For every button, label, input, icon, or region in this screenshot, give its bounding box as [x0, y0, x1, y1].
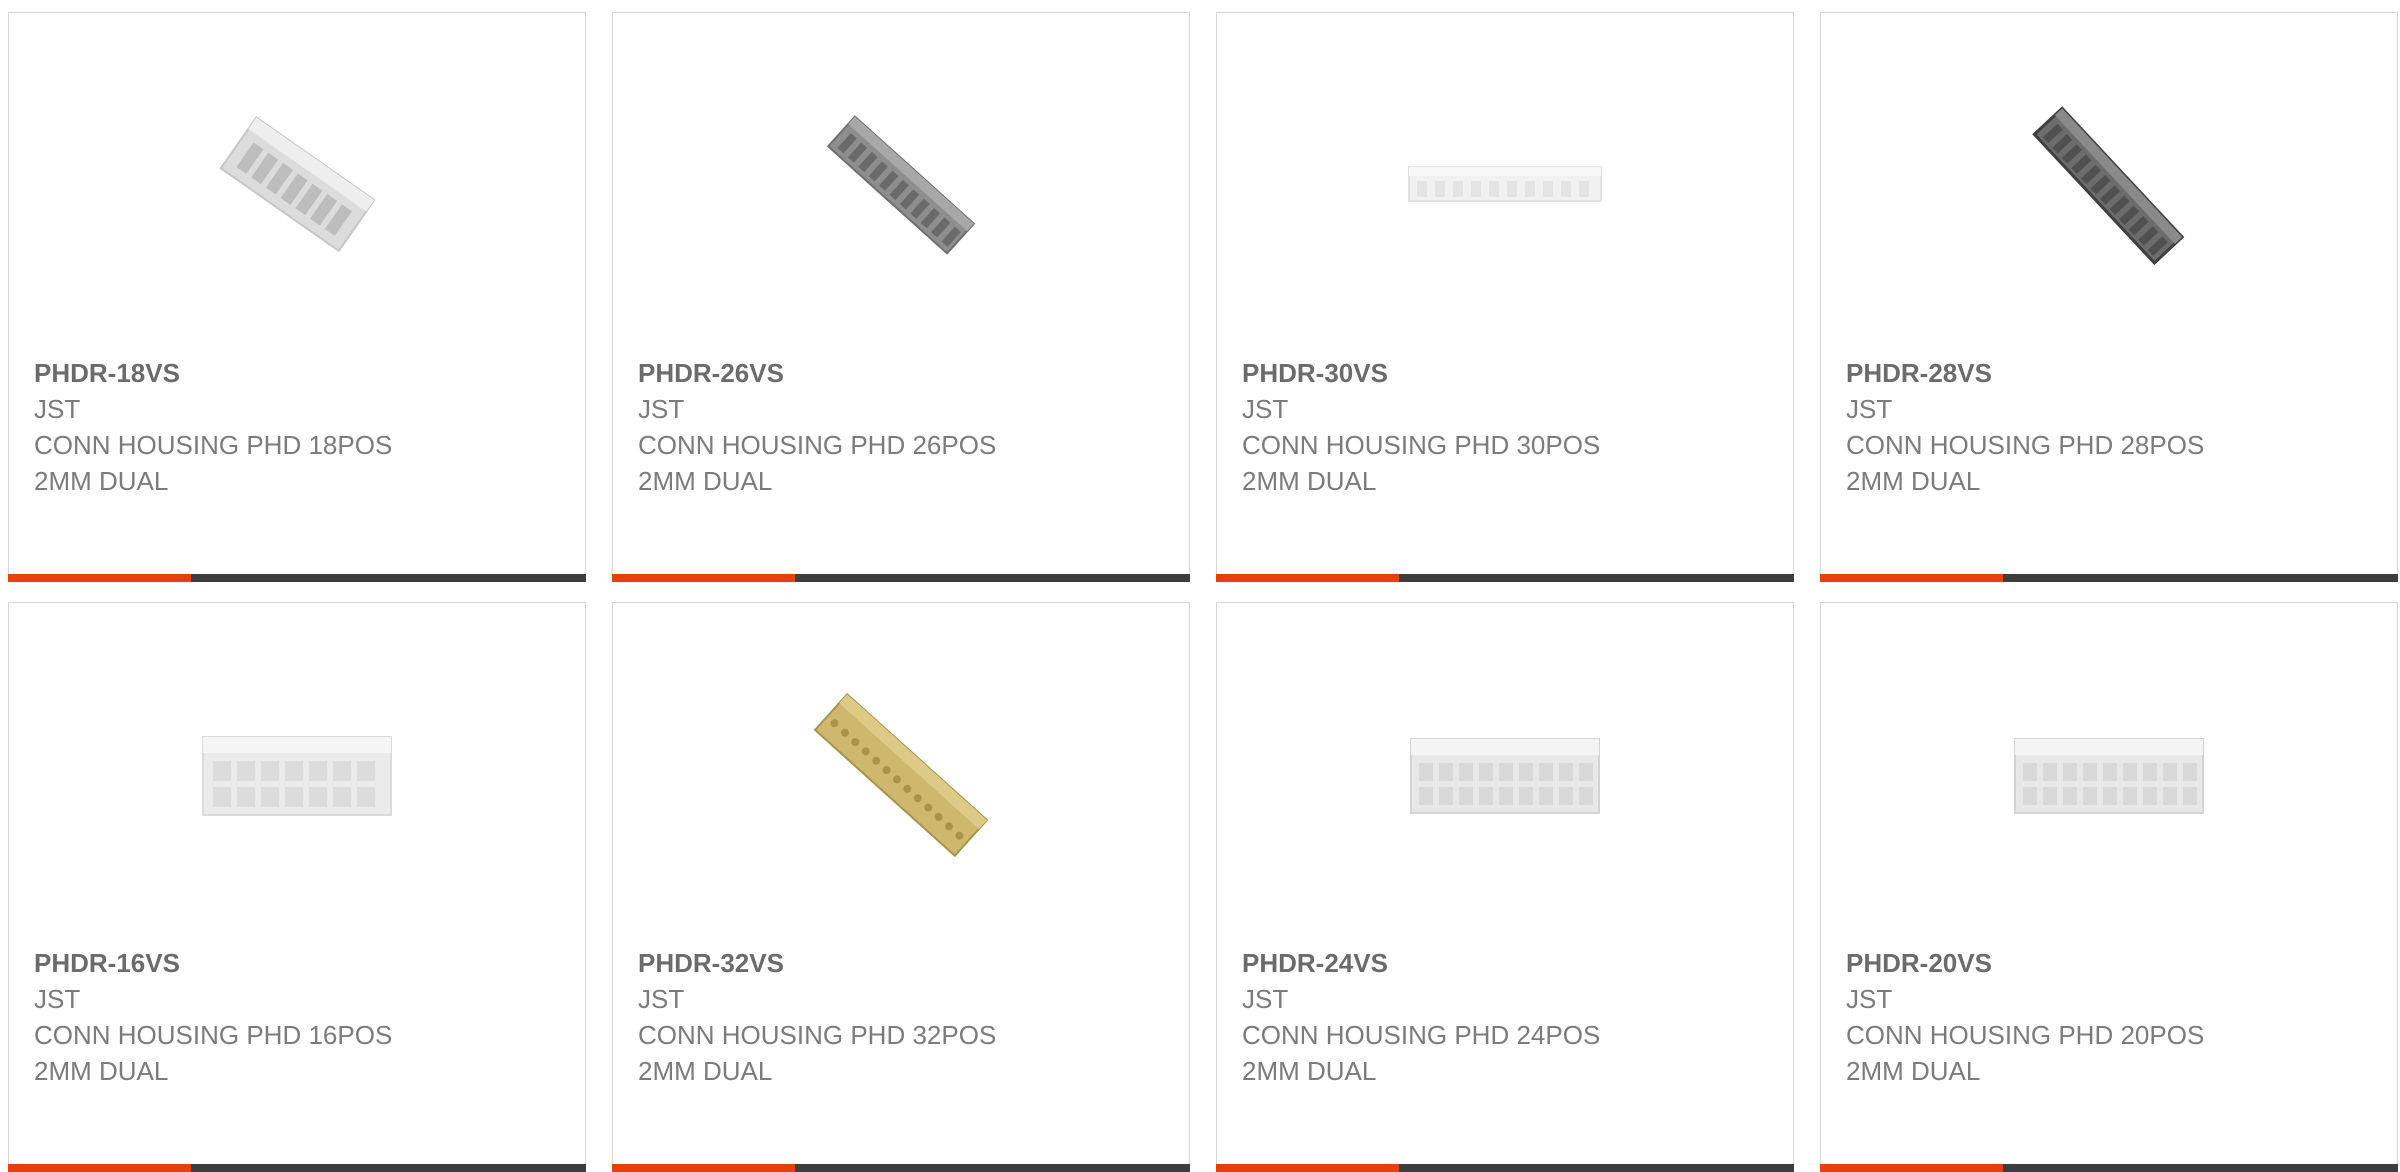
product-card[interactable]: PHDR-18VS JST CONN HOUSING PHD 18POS 2MM…: [8, 12, 586, 582]
accent-bar: [1216, 1164, 1399, 1172]
manufacturer: JST: [1846, 394, 1893, 424]
description-cont: 2MM DUAL: [1846, 466, 1981, 496]
manufacturer: JST: [1242, 984, 1289, 1014]
white-housing-angled-icon: [219, 116, 376, 253]
product-image[interactable]: [801, 675, 1001, 875]
part-number[interactable]: PHDR-28VS: [1846, 355, 2377, 391]
white-housing-front-icon: [2014, 738, 2204, 814]
description: CONN HOUSING PHD 18POS: [34, 430, 393, 460]
description: CONN HOUSING PHD 30POS: [1242, 430, 1601, 460]
manufacturer: JST: [1846, 984, 1893, 1014]
description-cont: 2MM DUAL: [1242, 466, 1377, 496]
card-footer-bar: [1820, 1164, 2398, 1172]
product-image[interactable]: [2009, 85, 2209, 285]
accent-bar: [1820, 574, 2003, 582]
part-number[interactable]: PHDR-30VS: [1242, 355, 1773, 391]
manufacturer: JST: [34, 394, 81, 424]
description: CONN HOUSING PHD 24POS: [1242, 1020, 1601, 1050]
product-card[interactable]: PHDR-20VS JST CONN HOUSING PHD 20POS 2MM…: [1820, 602, 2398, 1172]
product-card[interactable]: PHDR-16VS JST CONN HOUSING PHD 16POS 2MM…: [8, 602, 586, 1172]
card-footer-bar: [1820, 574, 2398, 582]
description-cont: 2MM DUAL: [638, 1056, 773, 1086]
dark-housing-angled-icon: [2032, 106, 2185, 266]
part-number[interactable]: PHDR-32VS: [638, 945, 1169, 981]
description: CONN HOUSING PHD 32POS: [638, 1020, 997, 1050]
product-grid: PHDR-18VS JST CONN HOUSING PHD 18POS 2MM…: [8, 12, 2400, 1172]
white-housing-front-icon: [1410, 738, 1600, 814]
accent-bar: [1820, 1164, 2003, 1172]
product-card[interactable]: PHDR-26VS JST CONN HOUSING PHD 26POS 2MM…: [612, 12, 1190, 582]
accent-bar: [612, 1164, 795, 1172]
product-image[interactable]: [197, 85, 397, 285]
product-image[interactable]: [2009, 675, 2209, 875]
card-footer-bar: [612, 574, 1190, 582]
product-image[interactable]: [1405, 85, 1605, 285]
product-card[interactable]: PHDR-32VS JST CONN HOUSING PHD 32POS 2MM…: [612, 602, 1190, 1172]
manufacturer: JST: [34, 984, 81, 1014]
manufacturer: JST: [638, 984, 685, 1014]
product-image[interactable]: [197, 675, 397, 875]
part-number[interactable]: PHDR-24VS: [1242, 945, 1773, 981]
part-number[interactable]: PHDR-18VS: [34, 355, 565, 391]
description-cont: 2MM DUAL: [1846, 1056, 1981, 1086]
product-card[interactable]: PHDR-30VS JST CONN HOUSING PHD 30POS 2MM…: [1216, 12, 1794, 582]
tan-housing-angled-icon: [813, 692, 989, 858]
card-footer-bar: [8, 1164, 586, 1172]
product-card[interactable]: PHDR-24VS JST CONN HOUSING PHD 24POS 2MM…: [1216, 602, 1794, 1172]
card-footer-bar: [8, 574, 586, 582]
card-footer-bar: [1216, 574, 1794, 582]
accent-bar: [8, 574, 191, 582]
gray-housing-angled-icon: [826, 115, 976, 255]
accent-bar: [8, 1164, 191, 1172]
accent-bar: [1216, 574, 1399, 582]
description-cont: 2MM DUAL: [34, 1056, 169, 1086]
part-number[interactable]: PHDR-26VS: [638, 355, 1169, 391]
accent-bar: [612, 574, 795, 582]
product-image[interactable]: [801, 85, 1001, 285]
product-card[interactable]: PHDR-28VS JST CONN HOUSING PHD 28POS 2MM…: [1820, 12, 2398, 582]
description: CONN HOUSING PHD 28POS: [1846, 430, 2205, 460]
description: CONN HOUSING PHD 16POS: [34, 1020, 393, 1050]
description-cont: 2MM DUAL: [638, 466, 773, 496]
card-footer-bar: [612, 1164, 1190, 1172]
part-number[interactable]: PHDR-16VS: [34, 945, 565, 981]
manufacturer: JST: [638, 394, 685, 424]
description: CONN HOUSING PHD 20POS: [1846, 1020, 2205, 1050]
white-housing-front-icon: [202, 736, 392, 816]
description-cont: 2MM DUAL: [34, 466, 169, 496]
card-footer-bar: [1216, 1164, 1794, 1172]
description-cont: 2MM DUAL: [1242, 1056, 1377, 1086]
description: CONN HOUSING PHD 26POS: [638, 430, 997, 460]
product-image[interactable]: [1405, 675, 1605, 875]
part-number[interactable]: PHDR-20VS: [1846, 945, 2377, 981]
manufacturer: JST: [1242, 394, 1289, 424]
white-housing-flat-icon: [1408, 166, 1602, 202]
